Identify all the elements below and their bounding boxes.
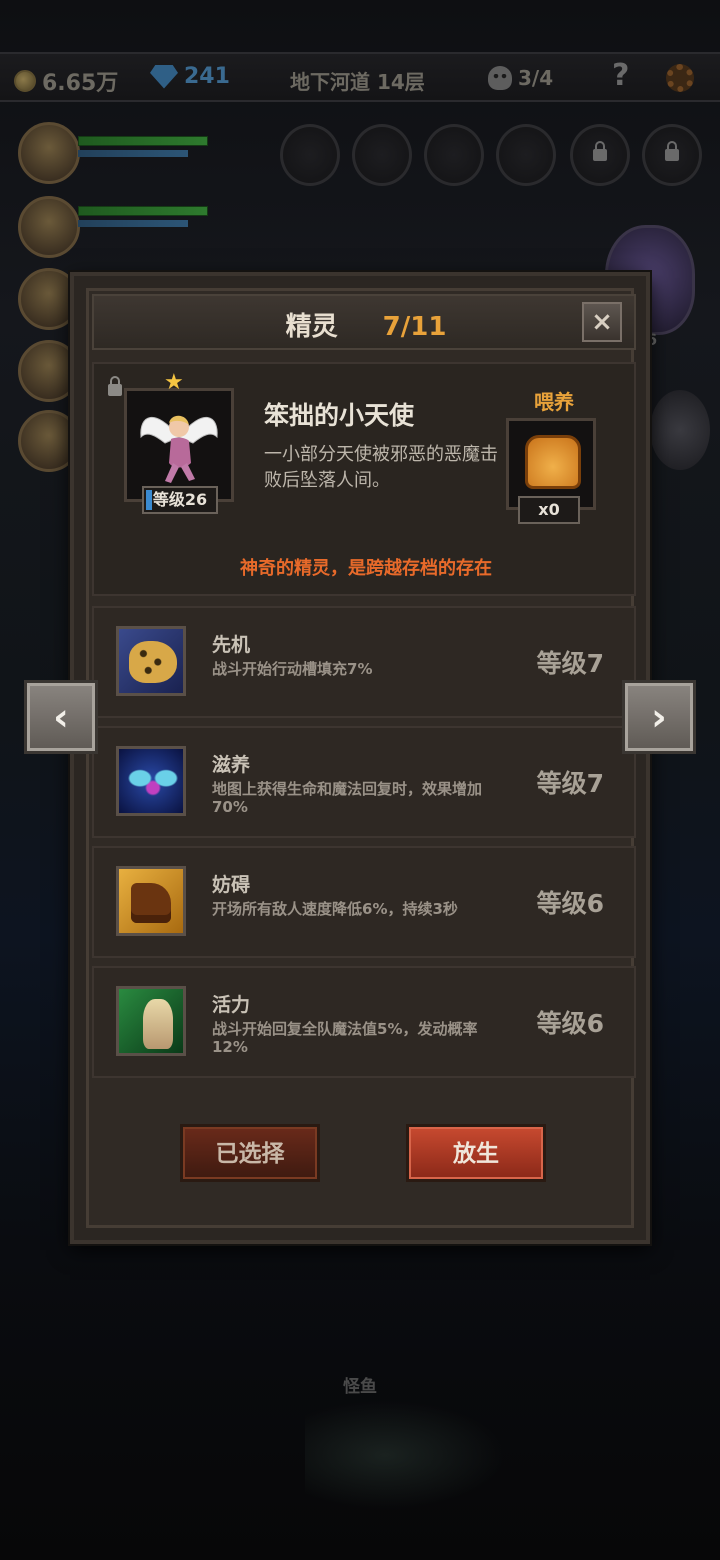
lock-icon[interactable]: [108, 376, 122, 396]
chevron-right-icon[interactable]: ›: [651, 695, 667, 739]
close-button[interactable]: ×: [582, 302, 622, 342]
skull-progress: 3/4: [518, 66, 554, 90]
angel-spirit-image: [140, 415, 218, 483]
item-slot-3[interactable]: [424, 124, 484, 186]
gear-icon[interactable]: [666, 64, 694, 92]
location-label: 地下河道 14层: [290, 66, 425, 95]
skill-row: 先机 战斗开始行动槽填充7% 等级7: [92, 606, 636, 718]
spirit-flavor-text: 神奇的精灵，是跨越存档的存在: [240, 558, 492, 579]
gem-counter: 241: [150, 64, 230, 89]
skull-icon: [488, 66, 512, 90]
item-slot-1[interactable]: [280, 124, 340, 186]
item-slot-2[interactable]: [352, 124, 412, 186]
monster-sprite: [305, 1400, 505, 1510]
dialog-title-text: 精灵: [285, 312, 338, 342]
hero-portrait-1[interactable]: [18, 122, 80, 184]
skill-level: 等级7: [536, 649, 604, 678]
spirit-level-badge: 等级26: [142, 486, 218, 514]
spirit-description: 一小部分天使被邪恶的恶魔击败后坠落人间。: [264, 444, 498, 491]
skill-level: 等级6: [536, 889, 604, 918]
item-slot-locked-2: [642, 124, 702, 186]
selected-button[interactable]: 已选择: [180, 1124, 320, 1182]
skill-level: 等级6: [536, 1009, 604, 1038]
vitality-icon: [116, 986, 186, 1056]
spirit-info-panel: ★ 等级26 笨拙的小天使 一小部分天使被邪恶的恶魔击败后坠落人间。 喂养 x0…: [92, 362, 636, 596]
item-slot-4[interactable]: [496, 124, 556, 186]
hero-2-hp-bar: [78, 206, 208, 216]
spirit-portrait-frame: [124, 388, 234, 502]
settings-button[interactable]: [666, 64, 694, 92]
next-spirit-button[interactable]: ›: [622, 680, 696, 754]
dialog-title: 精灵 7/11: [94, 306, 638, 343]
hero-1-hp-bar: [78, 136, 208, 146]
item-slot-locked-1: [570, 124, 630, 186]
skill-description: 战斗开始行动槽填充7%: [212, 660, 373, 678]
skill-name: 妨碍: [212, 874, 251, 896]
skill-name: 滋养: [212, 754, 251, 776]
gold-amount: 6.65万: [42, 71, 119, 96]
spirit-dialog: 精灵 7/11 × ★ 等级26 笨拙的小天使 一小部分天使被邪恶的恶魔击败后坠…: [70, 272, 650, 1244]
spirit-count: 7/11: [382, 312, 447, 342]
skill-description: 地图上获得生命和魔法回复时，效果增加70%: [212, 780, 483, 816]
skill-list: 先机 战斗开始行动槽填充7% 等级7 滋养 地图上获得生命和魔法回复时，效果增加…: [92, 606, 636, 1086]
skill-description: 战斗开始回复全队魔法值5%，发动概率12%: [212, 1020, 478, 1056]
dialog-header: 精灵 7/11 ×: [92, 294, 636, 350]
skill-name: 活力: [212, 994, 251, 1016]
lock-icon: [665, 141, 679, 161]
bread-icon[interactable]: [525, 435, 581, 489]
side-beast-portrait: [650, 390, 710, 470]
skill-name: 先机: [212, 634, 251, 656]
top-status-bar: 6.65万 241 地下河道 14层 3/4 ?: [0, 52, 720, 102]
lock-icon: [593, 141, 607, 161]
skill-row: 活力 战斗开始回复全队魔法值5%，发动概率12% 等级6: [92, 966, 636, 1078]
help-icon[interactable]: ?: [612, 58, 629, 93]
skill-row: 滋养 地图上获得生命和魔法回复时，效果增加70% 等级7: [92, 726, 636, 838]
location-text: 地下河道 14层: [290, 70, 425, 94]
gold-counter: 6.65万: [14, 65, 118, 97]
gem-icon: [150, 64, 178, 89]
leopard-icon: [116, 626, 186, 696]
feed-item-count: x0: [518, 496, 580, 524]
fairy-icon: [116, 746, 186, 816]
gem-amount: 241: [184, 64, 230, 89]
spirit-name: 笨拙的小天使: [264, 401, 415, 430]
prev-spirit-button[interactable]: ‹: [24, 680, 98, 754]
skill-level: 等级7: [536, 769, 604, 798]
monster-name-label: 怪鱼: [343, 1377, 377, 1397]
star-icon: ★: [164, 370, 184, 395]
feed-label: 喂养: [534, 390, 574, 414]
close-icon[interactable]: ×: [591, 307, 613, 337]
help-glyph[interactable]: ?: [612, 58, 629, 93]
chevron-left-icon[interactable]: ‹: [53, 695, 69, 739]
hero-portrait-2[interactable]: [18, 196, 80, 258]
skill-description: 开场所有敌人速度降低6%，持续3秒: [212, 900, 458, 918]
skill-row: 妨碍 开场所有敌人速度降低6%，持续3秒 等级6: [92, 846, 636, 958]
chained-boot-icon: [116, 866, 186, 936]
hero-2-mp-bar: [78, 220, 188, 227]
hero-1-mp-bar: [78, 150, 188, 157]
coin-icon: [14, 70, 36, 92]
release-button[interactable]: 放生: [406, 1124, 546, 1182]
skull-counter: 3/4: [488, 66, 553, 90]
